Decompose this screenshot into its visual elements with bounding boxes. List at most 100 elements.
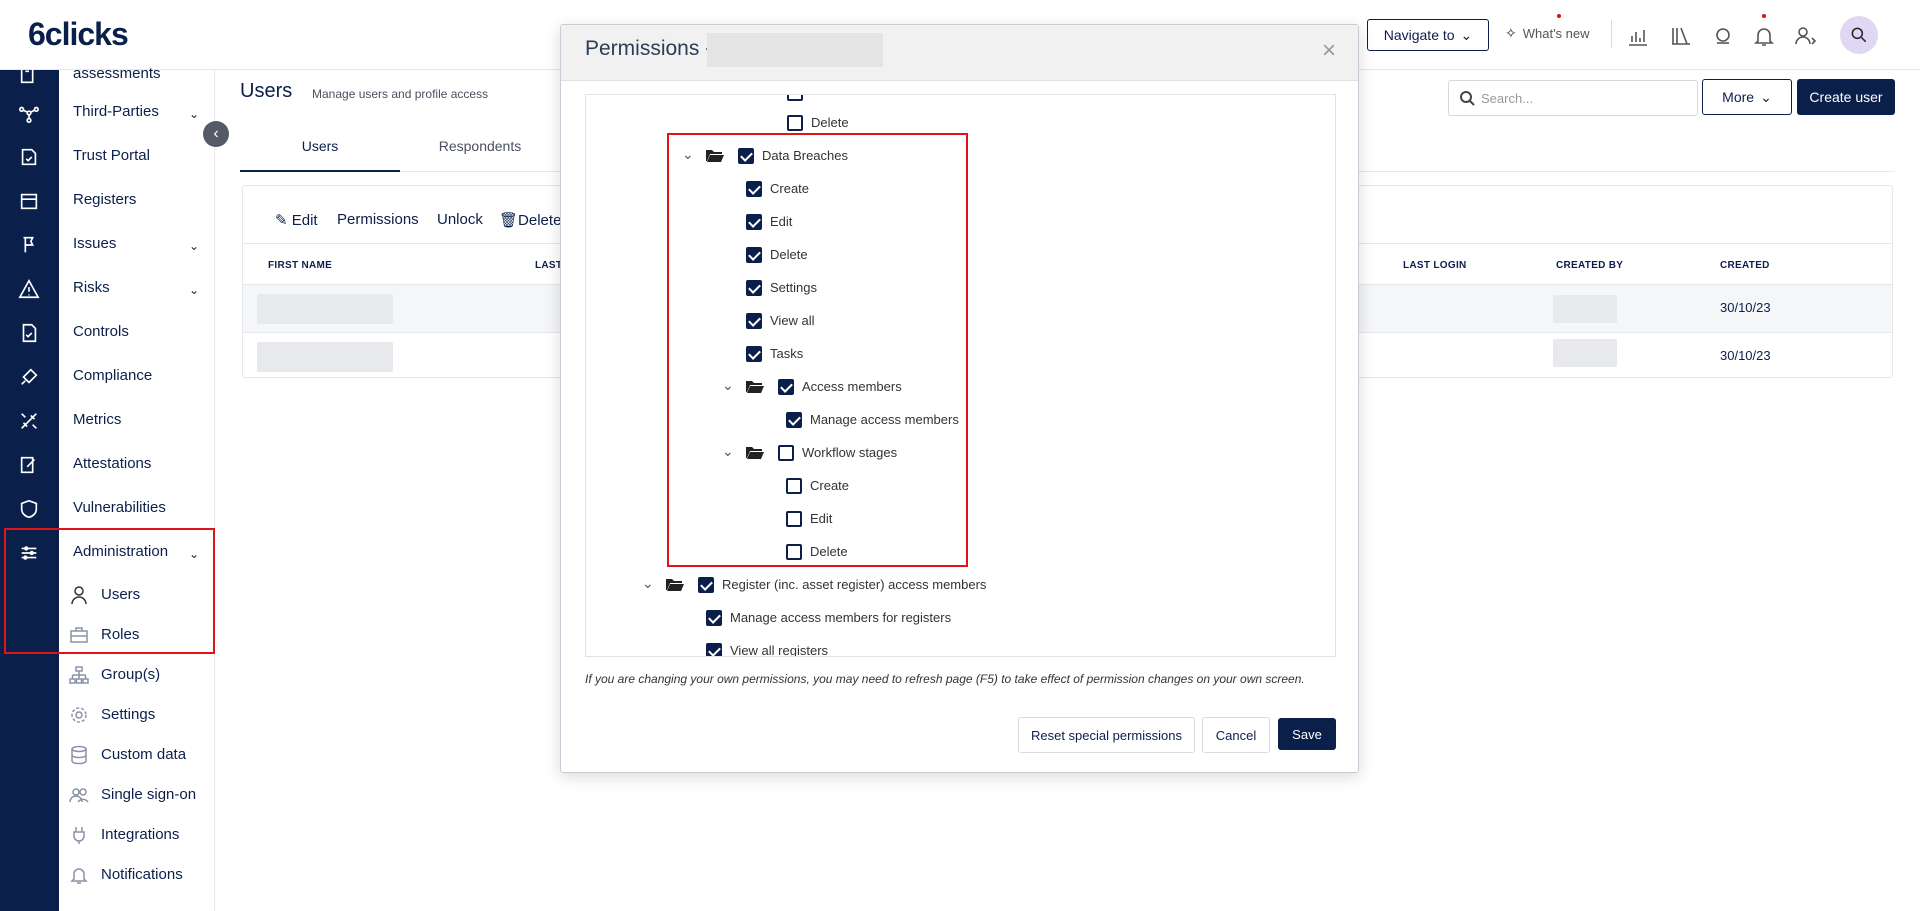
permissions-button[interactable]: Permissions	[337, 211, 419, 228]
registers-icon[interactable]	[16, 188, 42, 214]
sidebar-subitem-single-sign-on[interactable]: Single sign-on	[101, 785, 196, 805]
chevron-down-icon[interactable]: ⌄	[642, 575, 654, 592]
sidebar-item-label: assessments	[73, 65, 161, 82]
sidebar-item-label: Compliance	[73, 367, 153, 384]
checkbox[interactable]	[706, 643, 722, 656]
risks-icon[interactable]	[16, 276, 42, 302]
highlight-box-administration	[4, 528, 215, 654]
create-user-button[interactable]: Create user	[1797, 79, 1895, 115]
checkbox[interactable]	[787, 115, 803, 131]
chart-icon[interactable]	[1626, 24, 1650, 48]
sidebar-item-label: Issues	[73, 235, 117, 252]
navigate-to-button[interactable]: Navigate to ⌄	[1367, 19, 1489, 51]
tab-users[interactable]: Users	[240, 138, 400, 172]
highlight-box-data-breaches	[667, 133, 968, 567]
page-subtitle: Manage users and profile access	[312, 87, 489, 101]
redacted-first-name	[257, 342, 393, 372]
trust-portal-icon[interactable]	[16, 144, 42, 170]
navigate-to-label: Navigate to	[1383, 27, 1455, 43]
chevron-down-icon: ⌄	[1760, 88, 1772, 105]
divider	[1611, 20, 1612, 48]
support-icon[interactable]	[1711, 24, 1735, 48]
sidebar-subitem-groups[interactable]: Group(s)	[101, 665, 160, 685]
search-icon	[1460, 91, 1475, 106]
sidebar-item-label: Controls	[73, 323, 129, 340]
whats-new-indicator	[1557, 14, 1561, 18]
redacted-created-by	[1553, 295, 1617, 323]
redacted-first-name	[257, 294, 393, 324]
compliance-icon[interactable]	[16, 364, 42, 390]
sidebar-item-third-parties[interactable]: Third-Parties ⌄	[73, 102, 213, 122]
sidebar-subitem-settings[interactable]: Settings	[101, 705, 155, 725]
dialog-title: Permissions -	[585, 37, 713, 60]
checkbox[interactable]	[698, 577, 714, 593]
metrics-icon[interactable]	[16, 408, 42, 434]
third-parties-icon[interactable]	[16, 100, 42, 126]
sidebar-item-label: Attestations	[73, 455, 152, 472]
app-logo[interactable]: 6clicks	[28, 16, 129, 53]
column-created[interactable]: CREATED	[1720, 260, 1770, 271]
column-created-by[interactable]: CREATED BY	[1556, 260, 1623, 271]
tree-node-label: Manage access members for registers	[730, 610, 952, 625]
bell-icon[interactable]	[1752, 24, 1776, 48]
sidebar-subitem-custom-data[interactable]: Custom data	[101, 745, 186, 765]
sidebar-item-label: Metrics	[73, 411, 122, 428]
checkbox[interactable]	[706, 610, 722, 626]
more-button[interactable]: More ⌄	[1702, 79, 1792, 115]
attestations-icon[interactable]	[16, 452, 42, 478]
sidebar-item-registers[interactable]: Registers	[73, 190, 213, 210]
collapse-sidebar-button[interactable]: ‹	[203, 121, 229, 147]
vulnerabilities-icon[interactable]	[16, 496, 42, 522]
unlock-button[interactable]: Unlock	[437, 211, 483, 228]
sidebar-item-vulnerabilities[interactable]: Vulnerabilities	[73, 498, 213, 518]
column-last-name[interactable]: LAST	[535, 260, 562, 271]
avatar[interactable]	[1840, 16, 1878, 54]
cancel-button[interactable]: Cancel	[1202, 717, 1270, 753]
assessments-icon[interactable]	[16, 62, 42, 88]
sidebar-item-label: Trust Portal	[73, 147, 150, 164]
chevron-down-icon: ⌄	[188, 283, 199, 297]
sidebar-item-attestations[interactable]: Attestations	[73, 454, 213, 474]
tree-node-label: Register (inc. asset register) access me…	[722, 577, 987, 592]
org-chart-icon	[69, 665, 89, 685]
sidebar-subitem-integrations[interactable]: Integrations	[101, 825, 179, 845]
icon-rail	[0, 66, 59, 911]
created-date: 30/10/23	[1720, 300, 1771, 315]
issues-icon[interactable]	[16, 232, 42, 258]
edit-button[interactable]: ✎ Edit	[275, 211, 318, 229]
sidebar-item-controls[interactable]: Controls	[73, 322, 213, 342]
user-settings-icon[interactable]	[1794, 24, 1818, 48]
sidebar-item-label: Registers	[73, 191, 137, 208]
close-icon[interactable]: ×	[1322, 39, 1336, 63]
whats-new-label: What's new	[1522, 26, 1590, 41]
sidebar-item-risks[interactable]: Risks ⌄	[73, 278, 213, 298]
sidebar-item-metrics[interactable]: Metrics	[73, 410, 213, 430]
notification-indicator	[1762, 14, 1766, 18]
gear-icon	[69, 705, 89, 725]
trash-icon: 🗑	[499, 212, 519, 229]
sidebar-item-assessments[interactable]: assessments	[73, 64, 213, 84]
delete-label: Delete	[518, 212, 562, 229]
sidebar-item-issues[interactable]: Issues ⌄	[73, 234, 213, 254]
tab-respondents[interactable]: Respondents	[400, 138, 560, 154]
dialog-header: Permissions - ×	[561, 25, 1358, 81]
checkbox[interactable]	[787, 95, 803, 101]
delete-button[interactable]: 🗑Delete	[499, 211, 561, 229]
search-input[interactable]: Search...	[1448, 80, 1698, 116]
pencil-icon: ✎	[275, 212, 288, 229]
library-icon[interactable]	[1669, 24, 1693, 48]
column-last-login[interactable]: LAST LOGIN	[1403, 260, 1467, 271]
sidebar-subitem-notifications[interactable]: Notifications	[101, 865, 183, 885]
tree-node-label: View all registers	[730, 643, 829, 657]
controls-icon[interactable]	[16, 320, 42, 346]
sidebar-item-trust-portal[interactable]: Trust Portal	[73, 146, 213, 166]
save-button[interactable]: Save	[1278, 718, 1336, 750]
created-date: 30/10/23	[1720, 348, 1771, 363]
reset-special-permissions-button[interactable]: Reset special permissions	[1018, 717, 1195, 753]
chevron-down-icon: ⌄	[188, 239, 199, 253]
sidebar-item-compliance[interactable]: Compliance	[73, 366, 213, 386]
column-first-name[interactable]: FIRST NAME	[268, 260, 332, 271]
side-nav: assessments Third-Parties ⌄ Trust Portal …	[59, 65, 215, 911]
whats-new-link[interactable]: ✧ What's new	[1505, 25, 1590, 42]
redacted-created-by	[1553, 339, 1617, 367]
